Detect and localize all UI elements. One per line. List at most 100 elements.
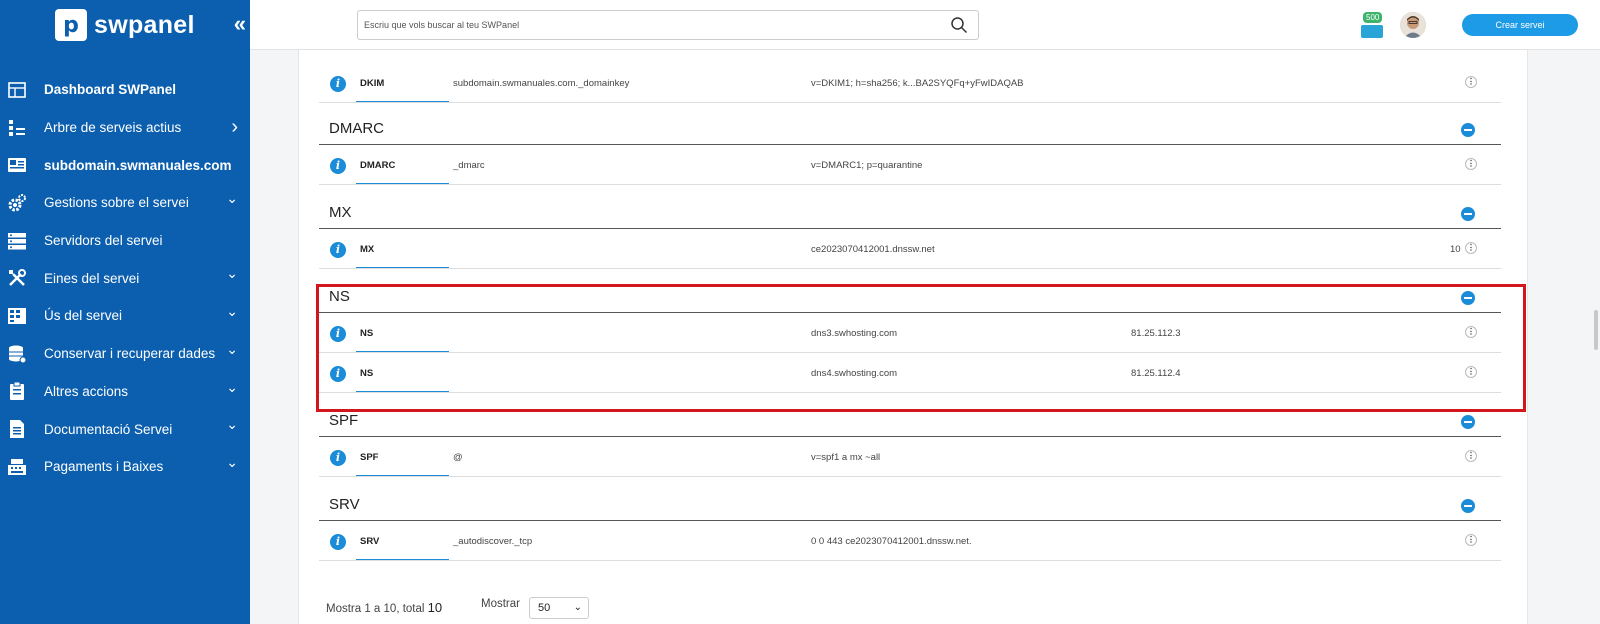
sidebar-item-conservar-i-recuperar-dades[interactable]: Conservar i recuperar dades ⌄ xyxy=(0,335,250,373)
sidebar-item-pagaments-i-baixes[interactable]: Pagaments i Baixes ⌄ xyxy=(0,448,250,486)
record-type-underline xyxy=(356,183,449,184)
total-count: 10 xyxy=(427,600,443,615)
info-icon[interactable]: i xyxy=(330,326,346,342)
cash-register-icon xyxy=(7,457,27,477)
sidebar-item-label: Eines del servei xyxy=(44,270,140,286)
record-value: dns3.swhosting.com xyxy=(811,328,898,339)
topbar: 500 Crear servei xyxy=(250,0,1600,50)
more-options-icon[interactable]: ⋮ xyxy=(1465,158,1477,170)
showing-text: Mostra 1 a 10, total xyxy=(326,603,428,615)
info-icon[interactable]: i xyxy=(330,158,346,174)
chevron-down-icon[interactable]: ⌄ xyxy=(226,379,238,396)
section-srv: SRV xyxy=(319,488,1501,521)
logo-text: swpanel xyxy=(94,10,195,39)
collapse-sidebar-icon[interactable]: « xyxy=(234,11,246,37)
info-icon[interactable]: i xyxy=(330,534,346,550)
record-row: i MX ce2023070412001.dnssw.net 10 ⋮ xyxy=(319,229,1501,269)
record-name: _autodiscover._tcp xyxy=(453,536,533,547)
sidebar-item-servidors-del-servei[interactable]: Servidors del servei xyxy=(0,222,250,260)
record-name: subdomain.swmanuales.com._domainkey xyxy=(453,78,630,89)
logo[interactable]: p swpanel « xyxy=(0,0,250,50)
chevron-down-icon[interactable]: ⌄ xyxy=(226,190,238,207)
page-size-select[interactable]: 50 ⌄ xyxy=(529,597,589,619)
search-icon[interactable] xyxy=(950,16,968,39)
more-options-icon[interactable]: ⋮ xyxy=(1465,366,1477,378)
record-value: 0 0 443 ce2023070412001.dnssw.net. xyxy=(811,536,972,547)
sidebar-item-arbre-de-serveis-actius[interactable]: Arbre de serveis actius › xyxy=(0,109,250,147)
document-icon xyxy=(7,419,27,439)
credits-badge: 500 xyxy=(1363,12,1383,23)
record-type-underline xyxy=(356,351,449,352)
info-icon[interactable]: i xyxy=(330,242,346,258)
record-ip: 81.25.112.4 xyxy=(1131,368,1181,379)
collapse-section-icon[interactable] xyxy=(1461,123,1475,137)
sidebar-item-documentaci-servei[interactable]: Documentació Servei ⌄ xyxy=(0,410,250,448)
pagination-summary: Mostra 1 a 10, total 10 xyxy=(326,600,442,615)
more-options-icon[interactable]: ⋮ xyxy=(1465,450,1477,462)
record-name: _dmarc xyxy=(453,160,485,171)
section-title: NS xyxy=(329,288,350,305)
sidebar-item-label: subdomain.swmanuales.com xyxy=(44,157,232,173)
record-type-underline xyxy=(356,101,449,102)
record-type-underline xyxy=(356,475,449,476)
info-icon[interactable]: i xyxy=(330,366,346,382)
record-priority: 10 xyxy=(1450,244,1461,255)
section-title: SRV xyxy=(329,496,360,513)
sidebar-item-altres-accions[interactable]: Altres accions ⌄ xyxy=(0,373,250,411)
collapse-section-icon[interactable] xyxy=(1461,207,1475,221)
chevron-down-icon[interactable]: ⌄ xyxy=(226,341,238,358)
sidebar-item-label: Pagaments i Baixes xyxy=(44,459,164,475)
sidebar-item-subdomain-swmanuales-com[interactable]: subdomain.swmanuales.com xyxy=(0,146,250,184)
record-value: ce2023070412001.dnssw.net xyxy=(811,244,935,255)
show-label: Mostrar xyxy=(481,598,520,610)
chevron-down-icon[interactable]: ⌄ xyxy=(226,454,238,471)
sidebar-item-label: Ús del servei xyxy=(44,308,123,324)
create-service-button[interactable]: Crear servei xyxy=(1462,14,1578,36)
sidebar-item-gestions-sobre-el-servei[interactable]: Gestions sobre el servei ⌄ xyxy=(0,184,250,222)
section-title: MX xyxy=(329,204,352,221)
avatar[interactable] xyxy=(1400,12,1426,38)
record-row: i SRV _autodiscover._tcp 0 0 443 ce20230704… xyxy=(319,521,1501,561)
collapse-section-icon[interactable] xyxy=(1461,499,1475,513)
sidebar-item-label: Gestions sobre el servei xyxy=(44,195,189,211)
record-value: v=DMARC1; p=quarantine xyxy=(811,160,923,171)
chevron-down-icon[interactable]: ⌄ xyxy=(226,303,238,320)
clipboard-icon xyxy=(7,381,27,401)
record-row: i NS dns3.swhosting.com 81.25.112.3 ⋮ xyxy=(319,313,1501,353)
sidebar-item-label: Arbre de serveis actius xyxy=(44,120,182,136)
sidebar-nav: Dashboard SWPanel Arbre de serveis actius… xyxy=(0,71,250,486)
chevron-down-icon[interactable]: ⌄ xyxy=(226,416,238,433)
sidebar-item-dashboard-swpanel[interactable]: Dashboard SWPanel xyxy=(0,71,250,109)
record-row: i DMARC _dmarc v=DMARC1; p=quarantine ⋮ xyxy=(319,145,1501,185)
sidebar-item-label: Documentació Servei xyxy=(44,421,173,437)
more-options-icon[interactable]: ⋮ xyxy=(1465,242,1477,254)
section-title: DMARC xyxy=(329,120,384,137)
server-icon xyxy=(7,231,27,251)
credits-icon[interactable]: 500 xyxy=(1361,12,1383,38)
chevron-down-icon: ⌄ xyxy=(573,602,582,613)
chevron-down-icon[interactable]: ⌄ xyxy=(226,265,238,282)
info-icon[interactable]: i xyxy=(330,76,346,92)
sidebar-item-eines-del-servei[interactable]: Eines del servei ⌄ xyxy=(0,259,250,297)
record-type: MX xyxy=(360,244,375,255)
record-value: dns4.swhosting.com xyxy=(811,368,898,379)
more-options-icon[interactable]: ⋮ xyxy=(1465,76,1477,88)
domain-icon xyxy=(7,155,27,175)
search-input[interactable] xyxy=(358,11,918,39)
search-box xyxy=(357,10,979,40)
sidebar: p swpanel « Dashboard SWPanel Arbre de se… xyxy=(0,0,250,624)
collapse-section-icon[interactable] xyxy=(1461,415,1475,429)
sidebar-item-s-del-servei[interactable]: Ús del servei ⌄ xyxy=(0,297,250,335)
record-type-underline xyxy=(356,391,449,392)
record-type: NS xyxy=(360,368,374,379)
usage-icon xyxy=(7,306,27,326)
more-options-icon[interactable]: ⋮ xyxy=(1465,326,1477,338)
record-row-dkim: i DKIM subdomain.swmanuales.com._domaink… xyxy=(319,63,1501,103)
scrollbar-thumb[interactable] xyxy=(1594,310,1598,350)
chevron-right-icon[interactable]: › xyxy=(231,116,238,139)
tools-icon xyxy=(7,268,27,288)
dashboard-icon xyxy=(7,80,27,100)
more-options-icon[interactable]: ⋮ xyxy=(1465,534,1477,546)
info-icon[interactable]: i xyxy=(330,450,346,466)
collapse-section-icon[interactable] xyxy=(1461,291,1475,305)
